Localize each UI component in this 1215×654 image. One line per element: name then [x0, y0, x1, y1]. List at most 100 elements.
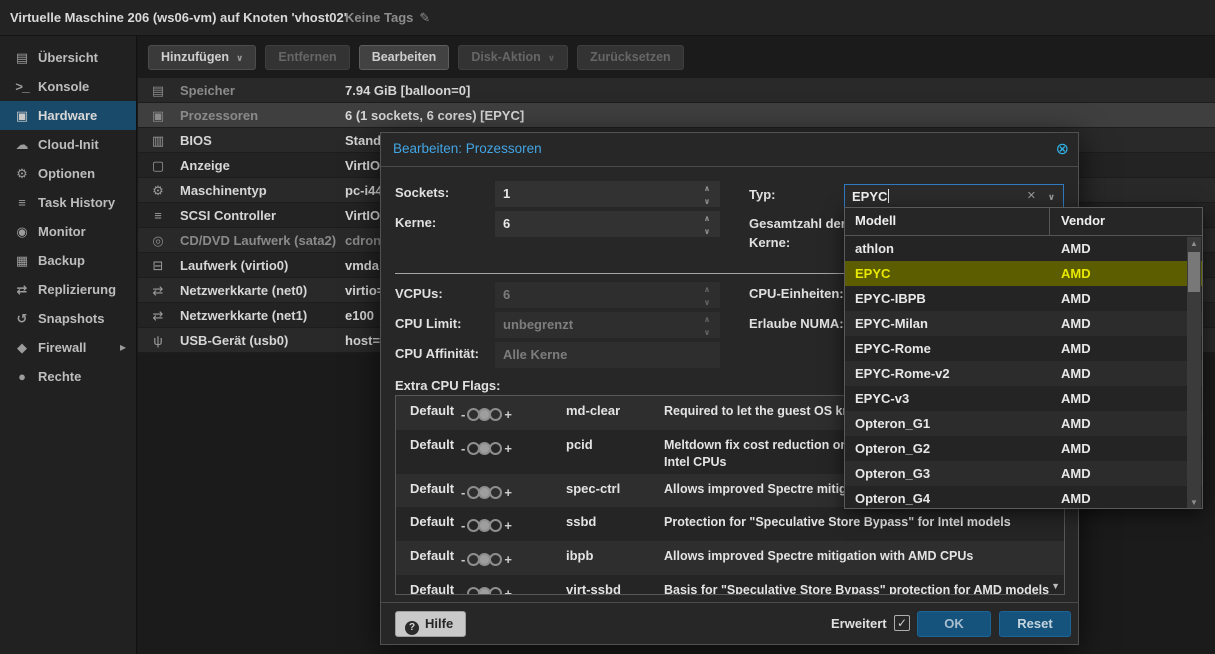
eye-icon: ◉	[12, 217, 32, 246]
disk-action-button[interactable]: Disk-Aktion∨	[458, 45, 568, 70]
spinner-arrows-icon[interactable]: ∧∨	[701, 181, 713, 207]
network-icon: ⇄	[148, 278, 168, 303]
dialog-header[interactable]: Bearbeiten: Prozessoren ⊗	[381, 133, 1078, 167]
sidebar-item-monitor[interactable]: ◉Monitor	[0, 217, 136, 246]
advanced-checkbox[interactable]: ✓	[894, 615, 910, 631]
sockets-label: Sockets:	[395, 185, 449, 200]
cpu-icon: ▣	[148, 103, 168, 128]
flag-toggle[interactable]: -+	[458, 584, 515, 595]
flag-toggle[interactable]: -+	[458, 405, 515, 423]
dropdown-item-opteron-g1[interactable]: Opteron_G1AMD	[845, 411, 1202, 436]
hdd-icon: ⊟	[148, 253, 168, 278]
lock-icon: ●	[12, 362, 32, 391]
cpu-limit-stepper[interactable]: unbegrenzt ∧∨	[495, 312, 720, 338]
cpu-affinity-label: CPU Affinität:	[395, 346, 479, 361]
numa-label: Erlaube NUMA:	[749, 316, 844, 331]
tags-label[interactable]: Keine Tags✎	[345, 10, 430, 26]
sidebar-item-rechte[interactable]: ●Rechte	[0, 362, 136, 391]
add-button[interactable]: Hinzufügen∨	[148, 45, 256, 70]
scroll-up-icon[interactable]: ▲	[1187, 239, 1201, 248]
dropdown-item-epyc-rome-v2[interactable]: EPYC-Rome-v2AMD	[845, 361, 1202, 386]
sidebar-item-task-history[interactable]: ≡Task History	[0, 188, 136, 217]
controller-icon: ≡	[148, 203, 168, 228]
cpu-type-combobox[interactable]: EPYC ✕ ∨	[844, 184, 1064, 209]
extra-cpu-flags-label: Extra CPU Flags:	[395, 378, 500, 393]
sockets-stepper[interactable]: 1 ∧∨	[495, 181, 720, 207]
dropdown-item-epyc-ibpb[interactable]: EPYC-IBPBAMD	[845, 286, 1202, 311]
dropdown-item-epyc-v3[interactable]: EPYC-v3AMD	[845, 386, 1202, 411]
reset-button[interactable]: Reset	[999, 611, 1071, 637]
help-button[interactable]: ?Hilfe	[395, 611, 466, 637]
edit-button[interactable]: Bearbeiten	[359, 45, 450, 70]
sidebar-item-uebersicht[interactable]: ▤Übersicht	[0, 43, 136, 72]
flag-row-ibpb: Default -+ ibpb Allows improved Spectre …	[396, 541, 1064, 575]
dropdown-item-epyc-rome[interactable]: EPYC-RomeAMD	[845, 336, 1202, 361]
cpu-type-dropdown: Modell Vendor athlonAMD EPYCAMD EPYC-IBP…	[844, 207, 1203, 509]
sidebar-item-hardware[interactable]: ▣Hardware	[0, 101, 136, 130]
cpu-affinity-field[interactable]: Alle Kerne	[495, 342, 720, 368]
scrollbar-thumb[interactable]	[1188, 252, 1200, 292]
flag-toggle[interactable]: -+	[458, 516, 515, 534]
memory-icon: ▤	[148, 78, 168, 103]
sidebar-item-firewall[interactable]: ◆Firewall▸	[0, 333, 136, 362]
replication-icon: ⇄	[12, 275, 32, 304]
tasks-icon: ≡	[12, 188, 32, 217]
display-icon: ▣	[12, 101, 32, 130]
chevron-down-icon[interactable]: ∨	[1048, 186, 1055, 209]
scroll-down-icon[interactable]: ▼	[1187, 498, 1201, 507]
chevron-down-icon: ∨	[236, 53, 243, 63]
cpu-limit-label: CPU Limit:	[395, 316, 461, 331]
flag-toggle[interactable]: -+	[458, 439, 515, 457]
dropdown-scrollbar[interactable]: ▲ ▼	[1187, 237, 1201, 509]
table-row-processors[interactable]: ▣Prozessoren6 (1 sockets, 6 cores) [EPYC…	[138, 103, 1215, 128]
display-icon: ▢	[148, 153, 168, 178]
spinner-arrows-icon: ∧∨	[701, 312, 713, 338]
advanced-label: Erweitert	[831, 616, 887, 631]
sidebar-item-replizierung[interactable]: ⇄Replizierung	[0, 275, 136, 304]
sidebar-item-snapshots[interactable]: ↺Snapshots	[0, 304, 136, 333]
dropdown-item-epyc[interactable]: EPYCAMD	[845, 261, 1202, 286]
cores-stepper[interactable]: 6 ∧∨	[495, 211, 720, 237]
spinner-arrows-icon[interactable]: ∧∨	[701, 211, 713, 237]
model-column-header: Modell	[855, 213, 896, 228]
gear-icon: ⚙	[12, 159, 32, 188]
ok-button[interactable]: OK	[917, 611, 991, 637]
text-cursor	[888, 189, 889, 203]
clear-icon[interactable]: ✕	[1027, 185, 1036, 208]
edit-pencil-icon[interactable]: ✎	[419, 10, 430, 25]
book-icon: ▤	[12, 43, 32, 72]
sidebar-item-backup[interactable]: ▦Backup	[0, 246, 136, 275]
usb-icon: ψ	[148, 328, 168, 353]
close-icon[interactable]: ⊗	[1056, 139, 1069, 159]
flag-toggle[interactable]: -+	[458, 550, 515, 568]
spinner-arrows-icon: ∧∨	[701, 282, 713, 308]
cd-icon: ◎	[148, 228, 168, 253]
shield-icon: ◆	[12, 333, 32, 362]
dropdown-item-opteron-g3[interactable]: Opteron_G3AMD	[845, 461, 1202, 486]
dropdown-item-opteron-g4[interactable]: Opteron_G4AMD	[845, 486, 1202, 509]
vm-title: Virtuelle Maschine 206 (ws06-vm) auf Kno…	[10, 10, 347, 25]
vcpus-label: VCPUs:	[395, 286, 443, 301]
dropdown-item-athlon[interactable]: athlonAMD	[845, 236, 1202, 261]
dropdown-item-epyc-milan[interactable]: EPYC-MilanAMD	[845, 311, 1202, 336]
vcpus-stepper[interactable]: 6 ∧∨	[495, 282, 720, 308]
vendor-column-header: Vendor	[1061, 213, 1105, 228]
flag-toggle[interactable]: -+	[458, 483, 515, 501]
dialog-title: Bearbeiten: Prozessoren	[393, 141, 542, 156]
network-icon: ⇄	[148, 303, 168, 328]
sidebar-item-konsole[interactable]: >_Konsole	[0, 72, 136, 101]
cloud-icon: ☁	[12, 130, 32, 159]
revert-button[interactable]: Zurücksetzen	[577, 45, 684, 70]
cores-label: Kerne:	[395, 215, 436, 230]
table-row-memory[interactable]: ▤Speicher7.94 GiB [balloon=0]	[138, 78, 1215, 103]
remove-button[interactable]: Entfernen	[265, 45, 349, 70]
sidebar-item-cloud-init[interactable]: ☁Cloud-Init	[0, 130, 136, 159]
flag-row-virt-ssbd: Default -+ virt-ssbd Basis for "Speculat…	[396, 575, 1064, 595]
dialog-footer: ?Hilfe Erweitert ✓ OK Reset	[381, 602, 1078, 644]
sidebar-item-optionen[interactable]: ⚙Optionen	[0, 159, 136, 188]
scroll-down-icon[interactable]: ▼	[1051, 581, 1060, 591]
terminal-icon: >_	[12, 73, 32, 102]
column-divider	[1049, 208, 1050, 236]
dropdown-item-opteron-g2[interactable]: Opteron_G2AMD	[845, 436, 1202, 461]
chevron-down-icon: ∨	[548, 53, 555, 63]
